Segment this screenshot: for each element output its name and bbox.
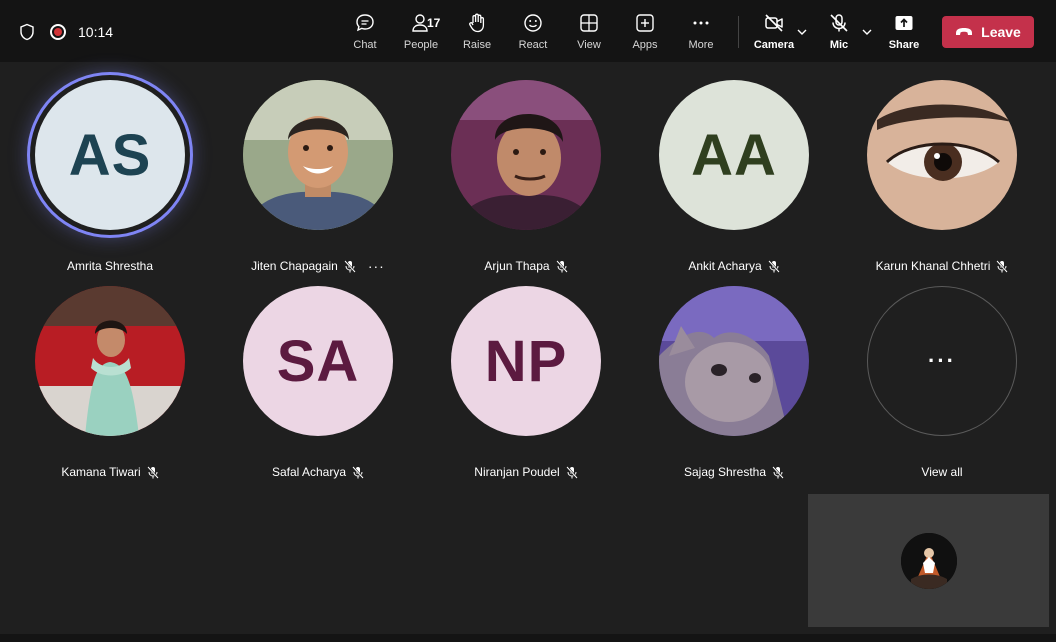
mic-off-icon — [996, 259, 1009, 273]
participant-name: Niranjan Poudel — [474, 465, 560, 479]
mic-off-icon — [772, 465, 784, 479]
apps-label: Apps — [632, 39, 658, 51]
avatar — [451, 80, 601, 230]
chat-label: Chat — [353, 39, 377, 51]
leave-label: Leave — [981, 24, 1021, 40]
avatar: SA — [243, 286, 393, 436]
participant-photo — [243, 80, 393, 230]
emoji-smile-icon — [524, 14, 542, 32]
share-button[interactable]: Share — [876, 12, 932, 56]
participant-name-plate: Sajag Shrestha — [634, 464, 834, 480]
hang-up-phone-icon — [956, 28, 973, 35]
raise-hand-button[interactable]: Raise — [449, 12, 505, 56]
participant-name-plate: Niranjan Poudel — [426, 464, 626, 480]
participant-tile[interactable]: Karun Khanal Chhetri — [842, 69, 1042, 273]
chat-icon — [356, 14, 374, 32]
leave-button[interactable]: Leave — [942, 16, 1034, 48]
participant-tile[interactable]: Jiten Chapagain ··· — [218, 69, 418, 274]
camera-off-icon — [765, 14, 783, 32]
participant-name-plate: Amrita Shrestha — [10, 258, 210, 274]
mic-off-icon — [146, 465, 159, 479]
participant-name: Ankit Acharya — [688, 259, 762, 273]
participant-tile[interactable]: Kamana Tiwari — [10, 275, 210, 479]
people-button[interactable]: 17 People — [393, 12, 449, 56]
raise-hand-icon — [469, 13, 485, 33]
view-all-label: View all — [921, 465, 963, 479]
participant-name: Arjun Thapa — [484, 259, 550, 273]
self-avatar — [901, 533, 957, 589]
avatar: NP — [451, 286, 601, 436]
view-label: View — [577, 39, 601, 51]
camera-options-chevron-down-icon[interactable] — [796, 26, 808, 38]
view-all-label-plate: View all — [842, 464, 1042, 480]
mic-off-icon — [767, 259, 780, 273]
mic-button[interactable]: Mic — [811, 12, 867, 56]
camera-button[interactable]: Camera — [746, 12, 802, 56]
share-label: Share — [888, 39, 920, 51]
participant-photo — [659, 286, 809, 436]
more-label: More — [688, 39, 714, 51]
grid-view-icon — [580, 14, 598, 32]
people-label: People — [403, 39, 439, 51]
participant-name: Amrita Shrestha — [66, 259, 154, 273]
participant-name: Kamana Tiwari — [61, 465, 141, 479]
share-screen-icon — [895, 16, 913, 30]
view-all-tile[interactable]: ··· View all — [842, 275, 1042, 479]
add-app-icon — [636, 14, 654, 32]
view-button[interactable]: View — [561, 12, 617, 56]
people-count-badge: 17 — [427, 16, 441, 30]
self-view-preview[interactable] — [808, 494, 1049, 627]
camera-label: Camera — [753, 39, 795, 51]
mic-off-icon — [344, 259, 356, 273]
chat-button[interactable]: Chat — [337, 12, 393, 56]
mic-off-icon — [352, 465, 364, 479]
react-label: React — [518, 39, 548, 51]
avatar — [867, 80, 1017, 230]
participant-tile[interactable]: Sajag Shrestha — [634, 275, 834, 479]
participant-name: Karun Khanal Chhetri — [875, 259, 991, 273]
participant-name-plate: Safal Acharya — [218, 464, 418, 480]
avatar — [659, 286, 809, 436]
participant-name-plate: Jiten Chapagain ··· — [218, 258, 418, 274]
participant-name: Sajag Shrestha — [683, 465, 767, 479]
view-all-button[interactable]: ··· — [867, 286, 1017, 436]
participant-name: Safal Acharya — [271, 465, 347, 479]
more-button[interactable]: More — [673, 12, 729, 56]
participant-photo — [451, 80, 601, 230]
participant-tile[interactable]: Arjun Thapa — [426, 69, 626, 273]
participant-tile[interactable]: AA Ankit Acharya — [634, 69, 834, 273]
participant-name: Jiten Chapagain — [251, 259, 338, 273]
mic-off-icon — [555, 259, 568, 273]
participant-name-plate: Arjun Thapa — [426, 258, 626, 274]
mic-off-icon — [565, 465, 578, 479]
participant-tile[interactable]: NP Niranjan Poudel — [426, 275, 626, 479]
participant-more-options-button[interactable]: ··· — [368, 258, 385, 274]
meeting-toolbar: 10:14 Chat 17 People Raise React View Ap… — [0, 0, 1056, 62]
participant-tile[interactable]: AS Amrita Shrestha — [10, 69, 210, 273]
participant-photo — [35, 286, 185, 436]
avatar — [35, 286, 185, 436]
participant-name-plate: Karun Khanal Chhetri — [842, 258, 1042, 274]
participant-gallery: AS Amrita Shrestha Jiten Chapagain ··· A… — [0, 62, 1056, 634]
recording-icon — [50, 24, 66, 40]
apps-button[interactable]: Apps — [617, 12, 673, 56]
meeting-timer: 10:14 — [78, 24, 114, 40]
react-button[interactable]: React — [505, 12, 561, 56]
mic-off-icon — [830, 14, 848, 32]
window-bottom-edge — [0, 634, 1056, 642]
more-horizontal-icon — [693, 21, 709, 25]
mic-label: Mic — [829, 39, 849, 51]
participant-tile[interactable]: SA Safal Acharya — [218, 275, 418, 479]
self-photo — [901, 533, 957, 589]
shield-icon — [20, 23, 34, 41]
participant-name-plate: Ankit Acharya — [634, 258, 834, 274]
avatar — [243, 80, 393, 230]
avatar: AA — [659, 80, 809, 230]
toolbar-divider — [738, 16, 739, 48]
mic-options-chevron-down-icon[interactable] — [861, 26, 873, 38]
participant-name-plate: Kamana Tiwari — [10, 464, 210, 480]
participant-photo — [867, 80, 1017, 230]
raise-label: Raise — [462, 39, 492, 51]
avatar: AS — [35, 80, 185, 230]
